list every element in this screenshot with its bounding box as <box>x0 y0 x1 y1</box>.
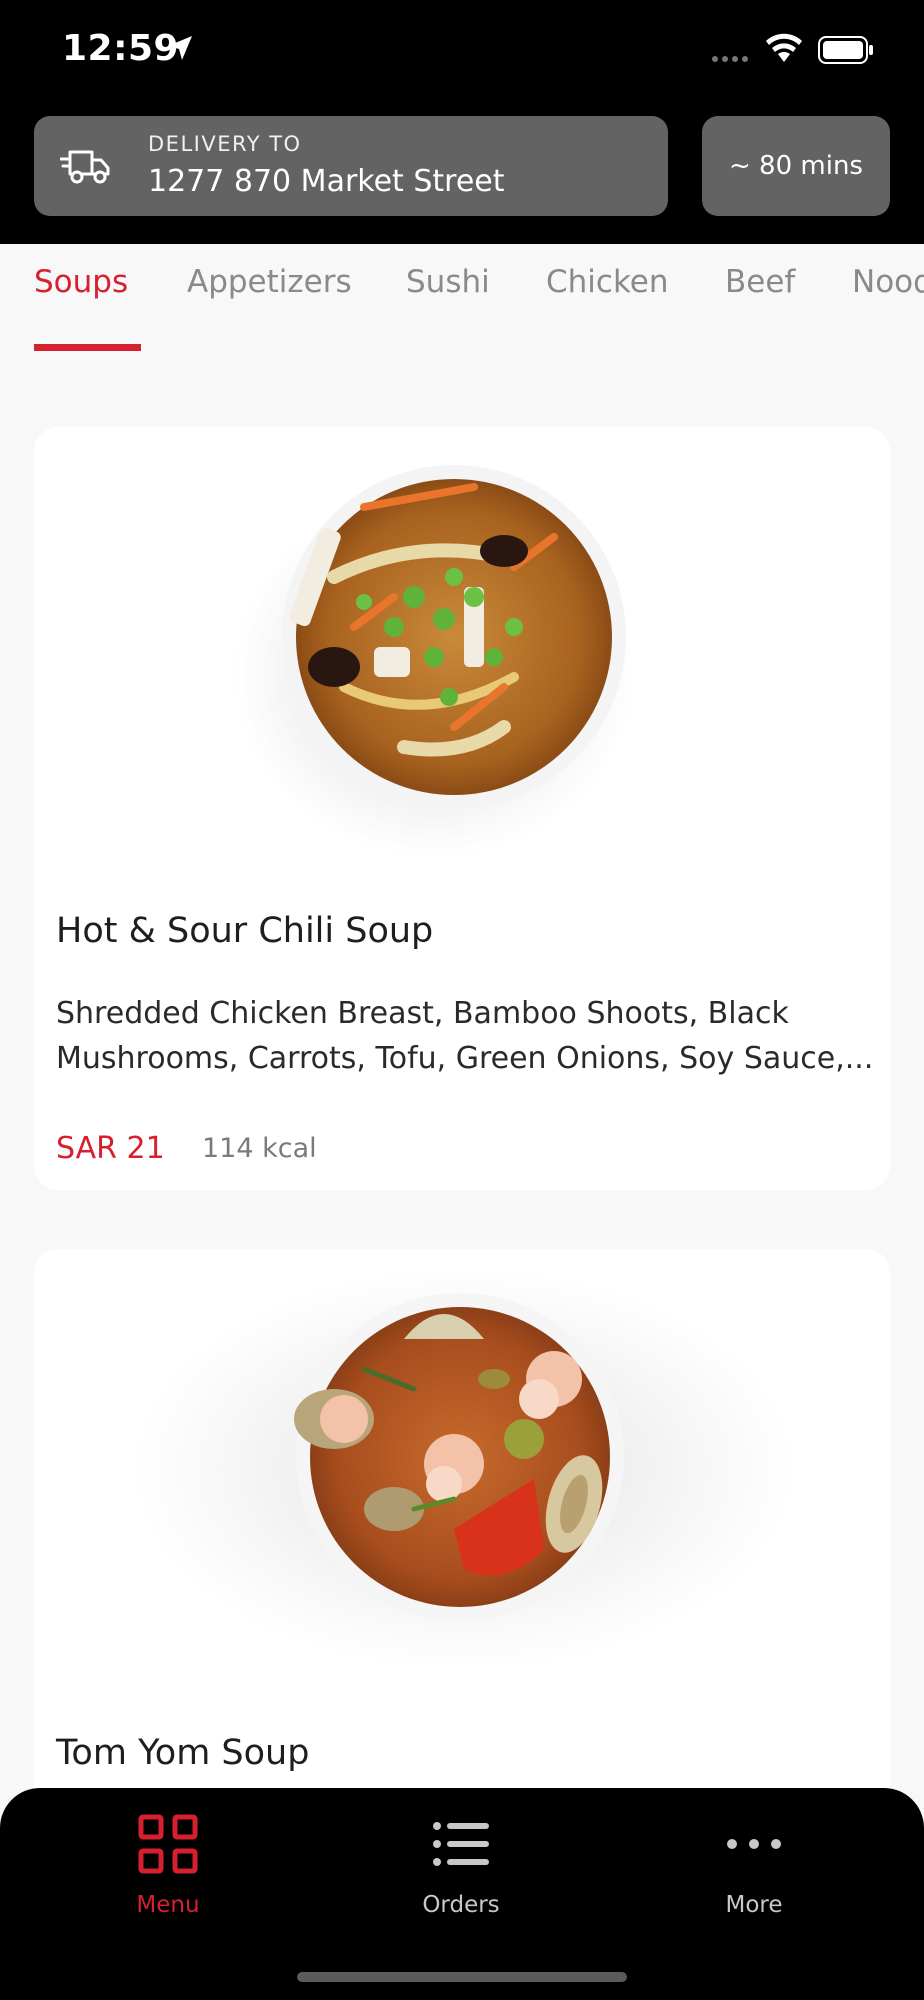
nav-menu-label: Menu <box>136 1892 200 1918</box>
active-tab-indicator <box>34 344 141 351</box>
battery-icon <box>818 36 873 64</box>
item-title: Hot & Sour Chili Soup <box>56 911 434 951</box>
item-kcal: 114 kcal <box>202 1133 317 1164</box>
top-header: 12:59 DELIVERY TO 1277 870 Market Street… <box>0 0 924 244</box>
nav-more-label: More <box>725 1892 783 1918</box>
item-description: Shredded Chicken Breast, Bamboo Shoots, … <box>56 991 876 1081</box>
item-price: SAR 21 <box>56 1131 165 1166</box>
menu-item-card[interactable]: Hot & Sour Chili Soup Shredded Chicken B… <box>34 427 890 1190</box>
item-description-line-2: Mushrooms, Carrots, Tofu, Green Onions, … <box>56 1041 874 1076</box>
home-indicator <box>297 1972 627 1982</box>
menu-item-card[interactable]: Tom Yom Soup <box>34 1249 890 1809</box>
status-time: 12:59 <box>62 28 180 69</box>
nav-more[interactable]: More <box>654 1814 854 1918</box>
list-icon <box>433 1822 489 1866</box>
hot-sour-soup-image <box>234 465 634 857</box>
tab-soups[interactable]: Soups <box>34 264 128 300</box>
nav-menu[interactable]: Menu <box>68 1814 268 1918</box>
tab-chicken[interactable]: Chicken <box>546 264 669 300</box>
nav-orders-label: Orders <box>422 1892 500 1918</box>
delivery-label: DELIVERY TO <box>148 132 302 156</box>
delivery-address: 1277 870 Market Street <box>148 164 505 199</box>
item-title: Tom Yom Soup <box>56 1733 310 1773</box>
tab-noodles[interactable]: Noodles <box>852 264 924 300</box>
delivery-truck-icon <box>60 150 110 184</box>
eta-button[interactable]: ~ 80 mins <box>702 116 890 216</box>
delivery-address-button[interactable]: DELIVERY TO 1277 870 Market Street <box>34 116 668 216</box>
tab-beef[interactable]: Beef <box>725 264 795 300</box>
eta-text: ~ 80 mins <box>729 151 863 181</box>
category-tabs: Soups Appetizers Sushi Chicken Beef Nood… <box>0 244 924 354</box>
item-description-line-1: Shredded Chicken Breast, Bamboo Shoots, … <box>56 996 789 1031</box>
location-arrow-icon <box>168 36 192 60</box>
tab-sushi[interactable]: Sushi <box>406 264 490 300</box>
grid-icon <box>138 1814 198 1874</box>
tab-appetizers[interactable]: Appetizers <box>187 264 352 300</box>
nav-orders[interactable]: Orders <box>361 1814 561 1918</box>
bottom-tab-bar: Menu Orders More <box>0 1788 924 2000</box>
wifi-icon <box>766 33 802 62</box>
cellular-signal-icon <box>712 56 748 62</box>
tom-yom-soup-image <box>134 1269 794 1669</box>
more-dots-icon <box>727 1839 781 1849</box>
